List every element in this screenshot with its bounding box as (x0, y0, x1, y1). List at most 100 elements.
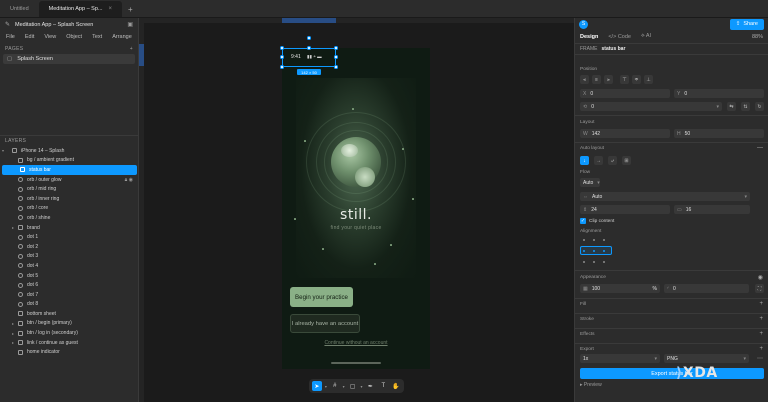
export-options-icon[interactable]: ⋯ (757, 355, 763, 362)
dot[interactable] (374, 263, 376, 265)
padding-field[interactable]: ▭ 16 (674, 205, 750, 214)
rotate-icon[interactable]: ↻ (755, 102, 764, 111)
align-bottom-icon[interactable]: ⊥ (644, 75, 653, 84)
chevron-right-icon[interactable]: ▸ (12, 331, 14, 336)
add-stroke-icon[interactable]: + (759, 316, 763, 322)
opacity-field[interactable]: ▦ 100% (580, 284, 660, 293)
file-name[interactable]: Meditation App – Splash Screen (15, 22, 93, 28)
remove-auto-layout-icon[interactable]: — (757, 145, 763, 151)
dot[interactable] (304, 140, 306, 142)
independent-corners-icon[interactable]: ⛶ (755, 284, 764, 293)
layer-item[interactable]: orb / core (0, 204, 139, 214)
align-right-icon[interactable]: ⫸ (604, 75, 613, 84)
dot[interactable] (352, 108, 354, 110)
continue-as-guest-link[interactable]: Continue without an account (282, 340, 430, 346)
resize-handle[interactable] (307, 36, 311, 40)
layer-item[interactable]: dot 3 (0, 252, 139, 262)
layer-item[interactable]: ▸ brand (0, 223, 139, 233)
flip-vertical-icon[interactable]: ⇅ (741, 102, 750, 111)
layer-item[interactable]: dot 5 (0, 271, 139, 281)
move-tool-icon[interactable]: ➤ (312, 381, 322, 391)
dot[interactable] (322, 248, 324, 250)
brand-title[interactable]: still. (282, 207, 430, 223)
resize-handle[interactable] (334, 65, 338, 69)
chevron-down-icon[interactable]: ▾ (2, 148, 4, 153)
layer-item[interactable]: orb / mid ring (0, 184, 139, 194)
resize-handle[interactable] (280, 55, 284, 59)
align-dot[interactable] (603, 261, 605, 263)
resize-handle[interactable] (280, 65, 284, 69)
height-field[interactable]: H 50 (674, 129, 764, 138)
lock-icon[interactable]: 🔒︎ ◉ (125, 177, 133, 183)
align-dot[interactable] (583, 239, 585, 241)
add-export-icon[interactable]: + (759, 346, 763, 352)
menu-text[interactable]: Text (92, 34, 102, 40)
pen-tool-icon[interactable]: ✒ (366, 381, 376, 391)
chevron-right-icon[interactable]: ▸ (12, 321, 14, 326)
dot[interactable] (412, 198, 414, 200)
layer-item[interactable]: ▸ link / continue as guest (0, 338, 139, 348)
resize-handle[interactable] (334, 55, 338, 59)
log-in-button[interactable]: I already have an account (290, 314, 360, 333)
align-top-icon[interactable]: ⊤ (620, 75, 629, 84)
frame-tool-icon[interactable]: # (330, 381, 340, 391)
menu-file[interactable]: File (6, 34, 15, 40)
flip-horizontal-icon[interactable]: ⇆ (727, 102, 736, 111)
export-format-select[interactable]: PNG ▾ (664, 354, 749, 363)
add-effect-icon[interactable]: + (759, 331, 763, 337)
avatar[interactable]: S (579, 19, 588, 29)
layer-item[interactable]: status bar (2, 165, 137, 175)
page-item-splash-screen[interactable]: ▢ Splash Screen (3, 54, 135, 64)
align-middle-icon[interactable]: ≑ (632, 75, 641, 84)
layer-item[interactable]: dot 8 (0, 300, 139, 310)
tab-design[interactable]: Design (580, 34, 598, 40)
frame-name[interactable]: status bar (602, 46, 626, 52)
chevron-right-icon[interactable]: ▸ (12, 340, 14, 345)
layer-item[interactable]: orb / shine (0, 213, 139, 223)
resize-handle[interactable] (334, 46, 338, 50)
layer-item[interactable]: ▸ btn / begin (primary) (0, 319, 139, 329)
chevron-down-icon[interactable]: ▾ (325, 384, 327, 389)
align-center-icon[interactable]: ≡ (592, 75, 601, 84)
menu-view[interactable]: View (44, 34, 56, 40)
layout-horizontal-icon[interactable]: → (594, 156, 603, 165)
orb-shine[interactable] (355, 167, 375, 187)
add-page-icon[interactable]: + (130, 46, 133, 52)
layout-vertical-icon[interactable]: ↓ (580, 156, 589, 165)
layout-grid-icon[interactable]: ⊞ (622, 156, 631, 165)
gap-field[interactable]: ⇕ 24 (580, 205, 670, 214)
align-dot[interactable] (603, 250, 605, 252)
tab-ai[interactable]: ⟡ AI (641, 33, 651, 40)
status-bar-selection[interactable]: 9:41 ▮▮ ◓ ▬ (282, 48, 336, 67)
layer-item[interactable]: orb / inner ring (0, 194, 139, 204)
align-dot[interactable] (583, 261, 585, 263)
layer-item[interactable]: orb / outer glow 🔒︎ ◉ (0, 175, 139, 185)
chevron-right-icon[interactable]: ▸ (12, 225, 14, 230)
brand-tagline[interactable]: find your quiet place (282, 225, 430, 231)
dot[interactable] (390, 244, 392, 246)
rectangle-tool-icon[interactable]: ▢ (348, 381, 358, 391)
export-button[interactable]: Export status bar (580, 368, 764, 379)
layer-item[interactable]: dot 7 (0, 290, 139, 300)
eye-icon[interactable]: ◉ (758, 274, 763, 281)
close-icon[interactable]: × (108, 6, 112, 12)
export-scale-select[interactable]: 1x ▾ (580, 354, 660, 363)
align-dot[interactable] (593, 261, 595, 263)
layer-item[interactable]: dot 2 (0, 242, 139, 252)
phone-frame[interactable]: still. find your quiet place Begin your … (282, 48, 430, 369)
dot[interactable] (402, 148, 404, 150)
align-dot[interactable] (593, 250, 595, 252)
add-fill-icon[interactable]: + (759, 301, 763, 307)
x-field[interactable]: X0 (580, 89, 670, 98)
size-mode-select[interactable]: ⇔ Auto ▾ (580, 192, 750, 201)
panel-toggle-icon[interactable]: ▣ (127, 21, 133, 28)
chevron-down-icon[interactable]: ▾ (343, 384, 345, 389)
text-tool-icon[interactable]: T (378, 381, 388, 391)
layout-wrap-icon[interactable]: ⤶ (608, 156, 617, 165)
menu-arrange[interactable]: Arrange (112, 34, 132, 40)
preview-toggle[interactable]: ▸ Preview (580, 382, 602, 388)
layer-item[interactable]: dot 4 (0, 261, 139, 271)
home-indicator[interactable] (331, 362, 381, 364)
rotation-field[interactable]: ⟲ 0 ▾ (580, 102, 722, 111)
layer-item[interactable]: dot 6 (0, 280, 139, 290)
